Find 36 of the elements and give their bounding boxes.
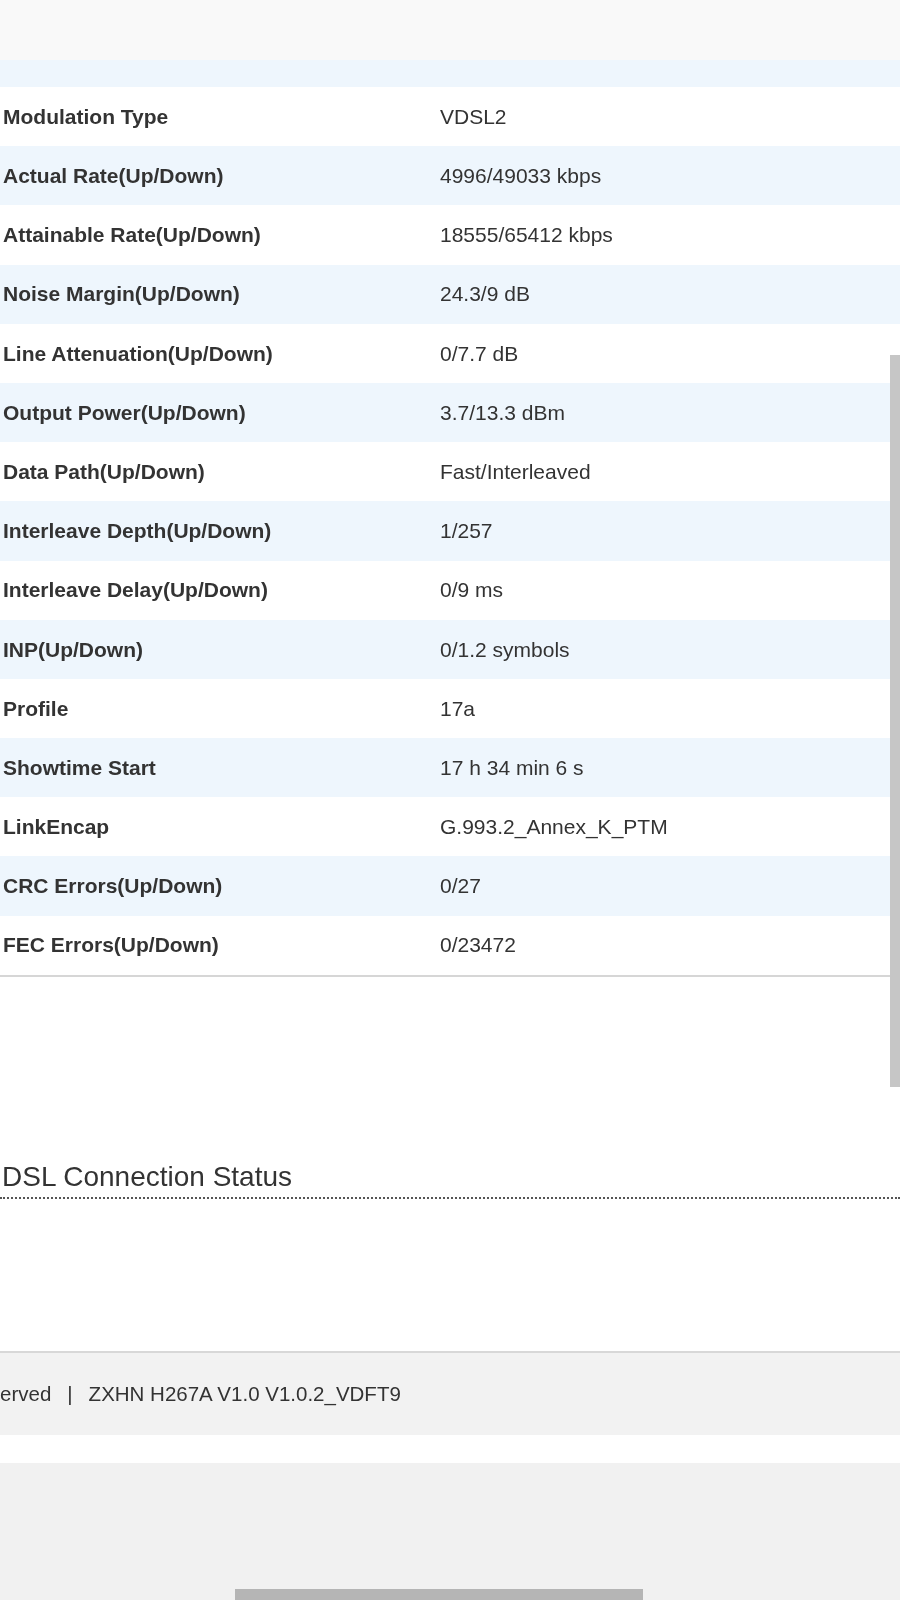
row-value: 0/23472 <box>440 932 516 959</box>
row-label: CRC Errors(Up/Down) <box>2 873 224 900</box>
separator: | <box>67 1381 73 1408</box>
row-label: Modulation Type <box>2 103 170 130</box>
row-value: 1/257 <box>440 518 493 545</box>
scrollbar[interactable] <box>890 355 900 1087</box>
row-label: FEC Errors(Up/Down) <box>2 932 220 959</box>
row-label: Output Power(Up/Down) <box>2 399 247 426</box>
row-label: Profile <box>2 695 70 722</box>
row-value: G.993.2_Annex_K_PTM <box>440 814 668 841</box>
row-label: Data Path(Up/Down) <box>2 458 206 485</box>
row-value: Fast/Interleaved <box>440 458 591 485</box>
row-value: 3.7/13.3 dBm <box>440 399 565 426</box>
row-value: VDSL2 <box>440 103 507 130</box>
row-value: 0/1.2 symbols <box>440 636 570 663</box>
scrollbar[interactable] <box>235 1589 643 1600</box>
row-label: Interleave Delay(Up/Down) <box>2 577 269 604</box>
row-value: 17a <box>440 695 476 722</box>
row-value: 4996/49033 kbps <box>440 163 602 190</box>
version-text: ZXHN H267A V1.0 V1.0.2_VDFT9 <box>88 1381 401 1408</box>
row-value: 0/9 ms <box>440 577 504 604</box>
row-label: Showtime Start <box>2 754 157 781</box>
row-value: 0/7.7 dB <box>440 340 519 367</box>
row-label: Noise Margin(Up/Down) <box>2 281 241 308</box>
row-value: 18555/65412 kbps <box>440 222 613 249</box>
row-label: LinkEncap <box>2 814 111 841</box>
row-label: Actual Rate(Up/Down) <box>2 163 225 190</box>
row-label: Attainable Rate(Up/Down) <box>2 222 262 249</box>
footer-text: erved <box>0 1381 52 1408</box>
row-value: 17 h 34 min 6 s <box>440 754 584 781</box>
row-label: Interleave Depth(Up/Down) <box>2 518 273 545</box>
row-label: Line Attenuation(Up/Down) <box>2 340 274 367</box>
row-value: 24.3/9 dB <box>440 281 530 308</box>
row-value: 0/27 <box>440 873 481 900</box>
section-title: DSL Connection Status <box>1 1159 294 1194</box>
row-label: INP(Up/Down) <box>2 636 144 663</box>
